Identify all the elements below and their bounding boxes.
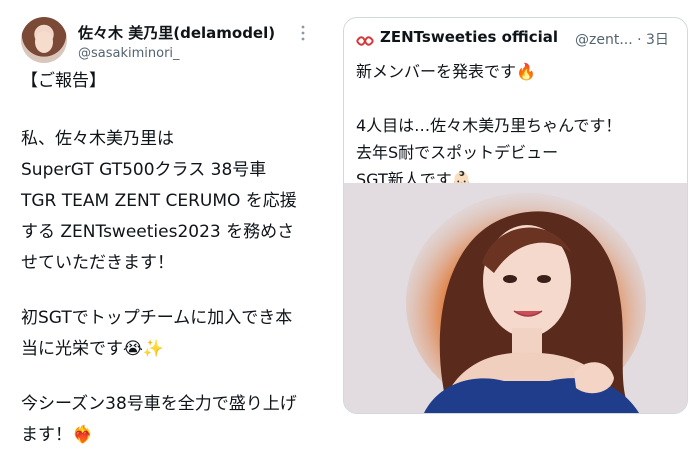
tweet-paragraph-3: 初SGTでトップチームに加入でき本 当に光栄です😭✨ bbox=[21, 308, 293, 359]
avatar[interactable] bbox=[21, 17, 67, 63]
more-vertical-icon[interactable] bbox=[298, 24, 308, 42]
tweet-text: 【ご報告】 私、佐々木美乃里は SuperGT GT500クラス 38号車 TG… bbox=[21, 66, 331, 451]
author-handle[interactable]: @sasakiminori_ bbox=[78, 46, 180, 61]
quoted-tweet-header: ZENTsweeties official @zent... · 3日 bbox=[356, 28, 679, 50]
author-name[interactable]: 佐々木 美乃里(delamodel) bbox=[78, 22, 275, 43]
tweet-paragraph-1: 【ご報告】 bbox=[21, 71, 106, 91]
tweet-paragraph-2: 私、佐々木美乃里は SuperGT GT500クラス 38号車 TGR TEAM… bbox=[21, 129, 297, 273]
zent-logo-icon bbox=[356, 32, 374, 46]
portrait-photo[interactable] bbox=[344, 183, 687, 413]
quoted-tweet-text: 新メンバーを発表です🔥 4人目は…佐々木美乃里ちゃんです！ 去年S耐でスポットデ… bbox=[356, 62, 622, 189]
quoted-author-meta: @zent... · 3日 bbox=[575, 32, 669, 48]
tweet-paragraph-4: 今シーズン38号車を全力で盛り上げ ます！❤️‍🔥 bbox=[21, 394, 297, 445]
quoted-tweet-card[interactable]: ZENTsweeties official @zent... · 3日 新メンバ… bbox=[343, 17, 688, 414]
quoted-author-name[interactable]: ZENTsweeties official bbox=[380, 28, 558, 46]
